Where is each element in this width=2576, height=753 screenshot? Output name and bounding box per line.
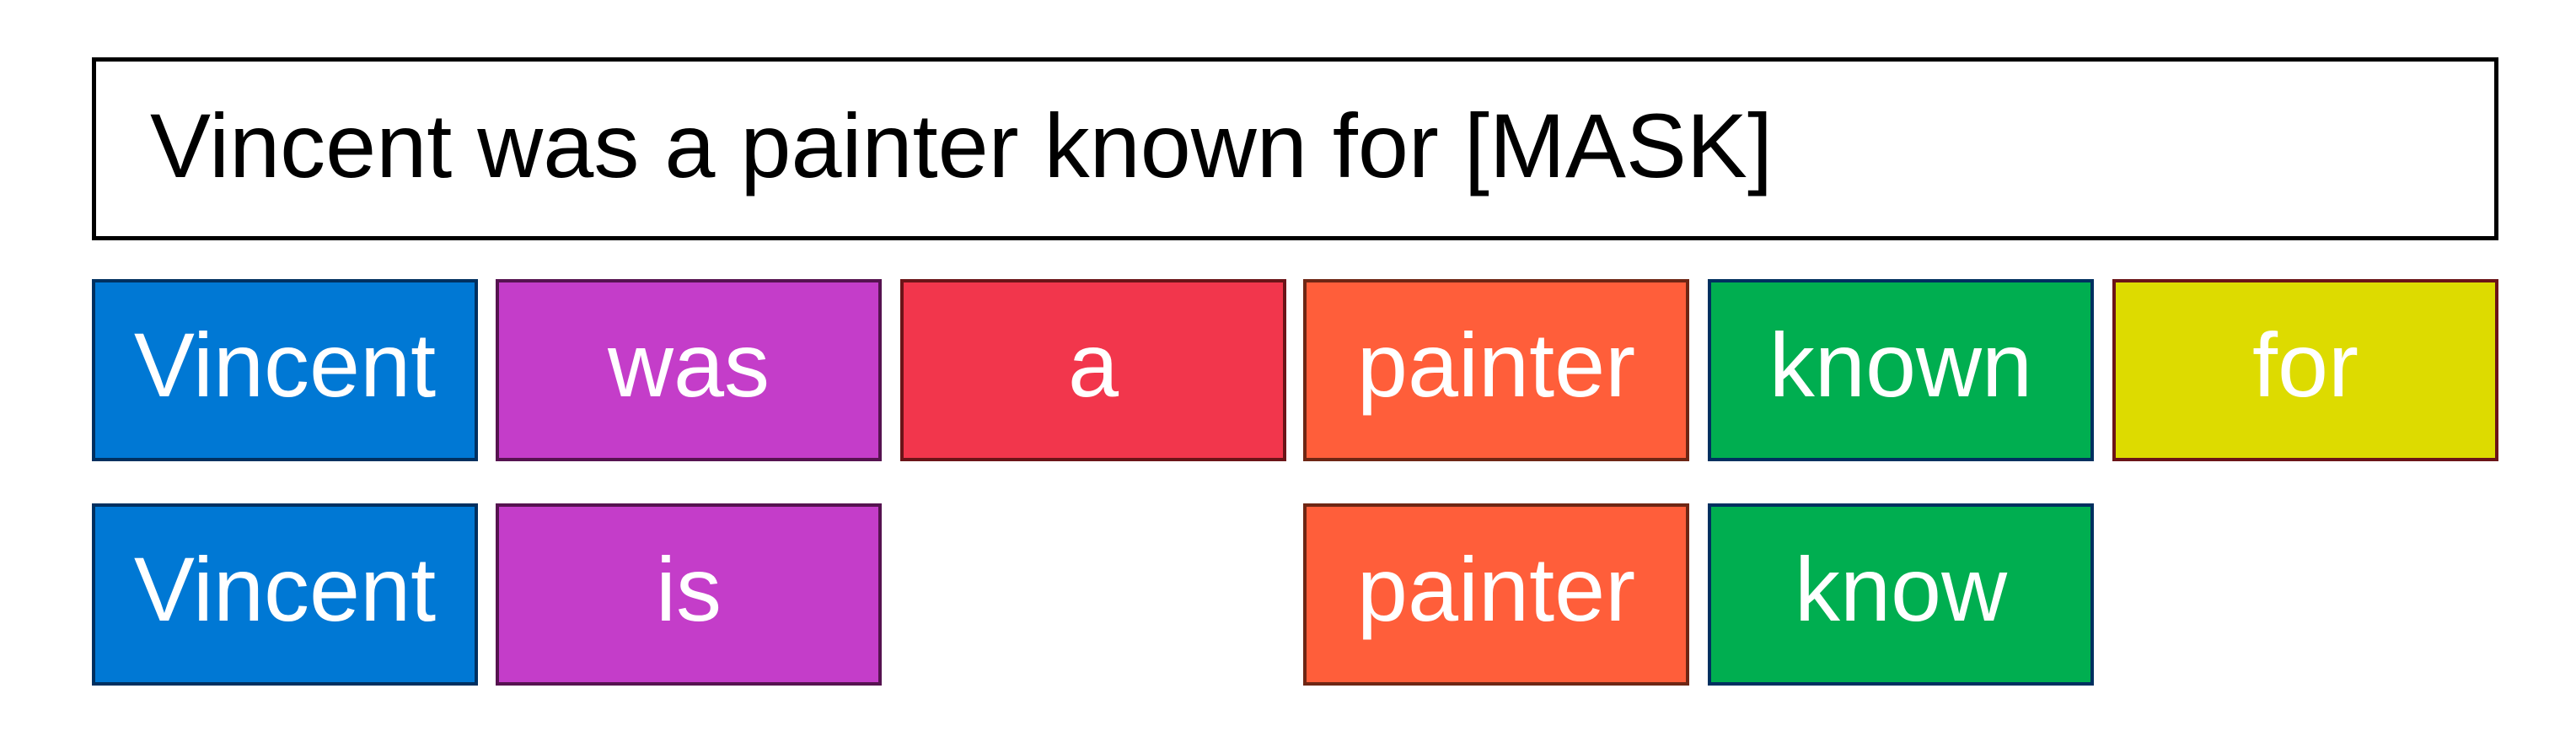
token-row1-known: known (1708, 279, 2094, 461)
token-row2-is: is (496, 503, 882, 686)
input-sentence-box: Vincent was a painter known for [MASK] (92, 57, 2498, 240)
token-row2-know: know (1708, 503, 2094, 686)
token-label: Vincent (133, 314, 437, 416)
token-label: painter (1356, 538, 1636, 640)
token-label: Vincent (133, 538, 437, 640)
token-row2-painter: painter (1303, 503, 1689, 686)
token-row1-a: a (900, 279, 1286, 461)
token-label: know (1794, 538, 2008, 640)
token-label: painter (1356, 314, 1636, 416)
input-sentence-text: Vincent was a painter known for [MASK] (150, 94, 1773, 196)
token-label: is (656, 538, 722, 640)
token-row1-for: for (2112, 279, 2498, 461)
token-row2-vincent: Vincent (92, 503, 478, 686)
token-row1-was: was (496, 279, 882, 461)
token-label: known (1768, 314, 2033, 416)
token-label: was (607, 314, 770, 416)
token-label: a (1067, 314, 1119, 416)
token-label: for (2251, 314, 2359, 416)
token-row1-painter: painter (1303, 279, 1689, 461)
token-row1-vincent: Vincent (92, 279, 478, 461)
